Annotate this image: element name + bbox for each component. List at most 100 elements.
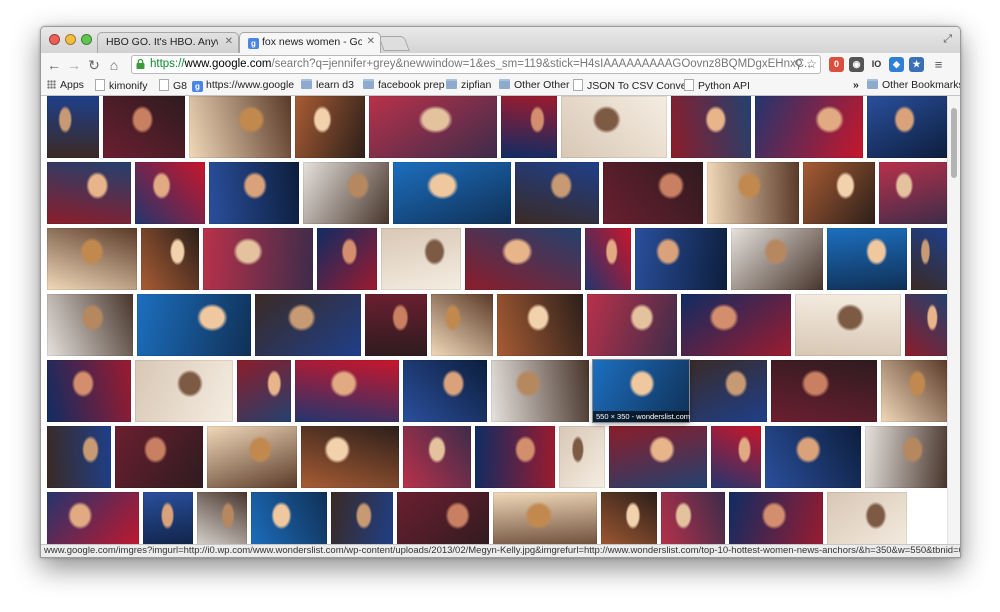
image-result-thumbnail[interactable]: [393, 162, 511, 224]
image-result-thumbnail[interactable]: [237, 360, 291, 422]
image-result-thumbnail[interactable]: 550 × 350 - wonderslist.com: [593, 360, 690, 422]
scrollbar-thumb[interactable]: [951, 108, 957, 178]
bookmark-kimonify[interactable]: kimonify: [95, 79, 148, 92]
image-result-thumbnail[interactable]: [47, 228, 137, 290]
image-result-thumbnail[interactable]: [609, 426, 707, 488]
image-result-thumbnail[interactable]: [465, 228, 581, 290]
menu-icon[interactable]: ≡: [931, 57, 946, 72]
tab-close-icon[interactable]: ✕: [367, 36, 375, 47]
image-result-thumbnail[interactable]: [587, 294, 677, 356]
image-result-thumbnail[interactable]: [879, 162, 947, 224]
image-result-thumbnail[interactable]: [491, 360, 589, 422]
image-result-thumbnail[interactable]: [369, 96, 497, 158]
image-result-thumbnail[interactable]: [403, 360, 487, 422]
bookmark-zipfian[interactable]: zipfian: [446, 79, 491, 91]
image-result-thumbnail[interactable]: [331, 492, 393, 544]
image-result-thumbnail[interactable]: [585, 228, 631, 290]
image-result-thumbnail[interactable]: [803, 162, 875, 224]
search-icon[interactable]: ⚲: [794, 57, 803, 71]
close-window-button[interactable]: [49, 34, 60, 45]
forward-button[interactable]: →: [65, 56, 83, 74]
address-bar[interactable]: https://www.google.com/search?q=jennifer…: [131, 55, 821, 74]
camera-extension-icon[interactable]: ◉: [849, 57, 864, 72]
bookmarks-overflow-button[interactable]: »: [853, 79, 859, 91]
image-result-thumbnail[interactable]: [209, 162, 299, 224]
image-result-thumbnail[interactable]: [795, 294, 901, 356]
image-result-thumbnail[interactable]: [711, 426, 761, 488]
image-result-thumbnail[interactable]: [501, 96, 557, 158]
image-result-thumbnail[interactable]: [561, 96, 667, 158]
image-result-thumbnail[interactable]: [141, 228, 199, 290]
image-result-thumbnail[interactable]: [905, 294, 947, 356]
bookmark-learn-d3[interactable]: learn d3: [301, 79, 354, 91]
image-result-thumbnail[interactable]: [103, 96, 185, 158]
image-result-thumbnail[interactable]: [881, 360, 947, 422]
image-result-thumbnail[interactable]: [135, 162, 205, 224]
image-result-thumbnail[interactable]: [827, 492, 907, 544]
image-result-thumbnail[interactable]: [47, 360, 131, 422]
image-result-thumbnail[interactable]: [865, 426, 947, 488]
bookmark-g8[interactable]: G8: [159, 79, 187, 92]
image-result-thumbnail[interactable]: [397, 492, 489, 544]
image-result-thumbnail[interactable]: [317, 228, 377, 290]
image-result-thumbnail[interactable]: [203, 228, 313, 290]
image-result-thumbnail[interactable]: [295, 360, 399, 422]
zoom-window-button[interactable]: [81, 34, 92, 45]
bookmark-google[interactable]: g https://www.google: [192, 79, 294, 92]
reload-button[interactable]: ↻: [85, 56, 103, 74]
tab-close-icon[interactable]: ✕: [225, 36, 233, 47]
image-result-thumbnail[interactable]: [207, 426, 297, 488]
image-result-thumbnail[interactable]: [603, 162, 703, 224]
image-result-thumbnail[interactable]: [47, 492, 139, 544]
image-result-thumbnail[interactable]: [497, 294, 583, 356]
image-result-thumbnail[interactable]: [681, 294, 791, 356]
image-result-thumbnail[interactable]: [381, 228, 461, 290]
image-result-thumbnail[interactable]: [255, 294, 361, 356]
image-result-thumbnail[interactable]: [303, 162, 389, 224]
image-result-thumbnail[interactable]: [681, 360, 767, 422]
image-result-thumbnail[interactable]: [601, 492, 657, 544]
back-button[interactable]: ←: [45, 56, 63, 74]
image-result-thumbnail[interactable]: [47, 426, 111, 488]
io-extension-icon[interactable]: IO: [869, 57, 884, 72]
fullscreen-icon[interactable]: ⤢: [943, 33, 952, 46]
image-result-thumbnail[interactable]: [771, 360, 877, 422]
image-result-thumbnail[interactable]: [707, 162, 799, 224]
image-result-thumbnail[interactable]: [115, 426, 203, 488]
image-result-thumbnail[interactable]: [559, 426, 605, 488]
vertical-scrollbar[interactable]: [947, 96, 960, 544]
star-bookmark-icon[interactable]: ☆: [806, 57, 817, 71]
image-result-thumbnail[interactable]: [661, 492, 725, 544]
image-result-thumbnail[interactable]: [197, 492, 247, 544]
bookmark-other-other[interactable]: Other Other: [499, 79, 569, 91]
home-button[interactable]: ⌂: [105, 56, 123, 74]
other-bookmarks[interactable]: Other Bookmarks: [867, 79, 960, 91]
image-result-thumbnail[interactable]: [143, 492, 193, 544]
image-result-thumbnail[interactable]: [731, 228, 823, 290]
tab-hbo-go[interactable]: HBO GO. It's HBO. Anywhe ✕: [97, 32, 239, 53]
bookmark-json-to-csv[interactable]: JSON To CSV Conver: [573, 79, 690, 92]
image-result-thumbnail[interactable]: [47, 96, 99, 158]
image-result-thumbnail[interactable]: [251, 492, 327, 544]
image-result-thumbnail[interactable]: [301, 426, 399, 488]
image-result-thumbnail[interactable]: [911, 228, 947, 290]
image-result-thumbnail[interactable]: [47, 162, 131, 224]
image-result-thumbnail[interactable]: [365, 294, 427, 356]
dropbox-extension-icon[interactable]: ◆: [889, 57, 904, 72]
image-result-thumbnail[interactable]: [431, 294, 493, 356]
image-result-thumbnail[interactable]: [295, 96, 365, 158]
image-result-thumbnail[interactable]: [47, 294, 133, 356]
image-result-thumbnail[interactable]: [765, 426, 861, 488]
image-result-thumbnail[interactable]: [755, 96, 863, 158]
image-result-thumbnail[interactable]: [515, 162, 599, 224]
minimize-window-button[interactable]: [65, 34, 76, 45]
new-tab-button[interactable]: [378, 36, 410, 51]
bookmark-facebook-prep[interactable]: facebook prep: [363, 79, 445, 91]
image-result-thumbnail[interactable]: [493, 492, 597, 544]
image-result-thumbnail[interactable]: [135, 360, 233, 422]
star-box-extension-icon[interactable]: ★: [909, 57, 924, 72]
image-result-thumbnail[interactable]: [827, 228, 907, 290]
image-result-thumbnail[interactable]: [475, 426, 555, 488]
image-result-thumbnail[interactable]: [635, 228, 727, 290]
gmail-extension-icon[interactable]: 0: [829, 57, 844, 72]
